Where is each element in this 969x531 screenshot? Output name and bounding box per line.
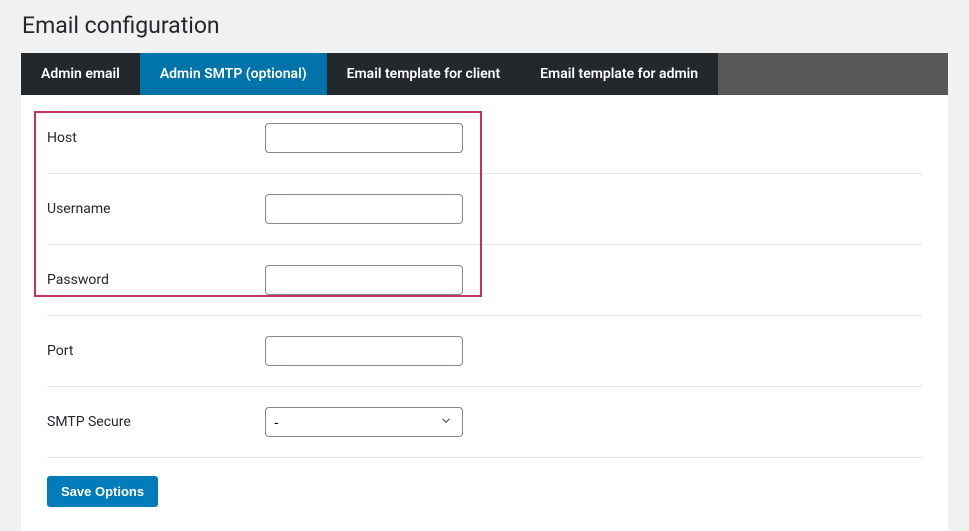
- page-title: Email configuration: [0, 0, 969, 53]
- save-button[interactable]: Save Options: [47, 476, 158, 507]
- tab-bar: Admin email Admin SMTP (optional) Email …: [21, 53, 948, 95]
- username-input[interactable]: [265, 194, 463, 224]
- smtp-secure-select[interactable]: -: [265, 407, 463, 437]
- host-input[interactable]: [265, 123, 463, 153]
- password-input[interactable]: [265, 265, 463, 295]
- smtp-secure-label: SMTP Secure: [47, 414, 265, 430]
- field-row-password: Password: [47, 245, 922, 316]
- tab-email-template-admin[interactable]: Email template for admin: [520, 53, 718, 95]
- tab-email-template-client[interactable]: Email template for client: [327, 53, 521, 95]
- field-row-host: Host: [47, 95, 922, 174]
- settings-panel: Host Username Password Port SMTP Secure …: [21, 95, 948, 531]
- tab-admin-smtp[interactable]: Admin SMTP (optional): [140, 53, 327, 95]
- field-row-username: Username: [47, 174, 922, 245]
- password-label: Password: [47, 272, 265, 288]
- username-label: Username: [47, 201, 265, 217]
- host-label: Host: [47, 130, 265, 146]
- tabs-filler: [718, 53, 948, 95]
- field-row-port: Port: [47, 316, 922, 387]
- save-row: Save Options: [21, 458, 948, 531]
- port-label: Port: [47, 343, 265, 359]
- field-row-smtp-secure: SMTP Secure -: [47, 387, 922, 458]
- tab-admin-email[interactable]: Admin email: [21, 53, 140, 95]
- port-input[interactable]: [265, 336, 463, 366]
